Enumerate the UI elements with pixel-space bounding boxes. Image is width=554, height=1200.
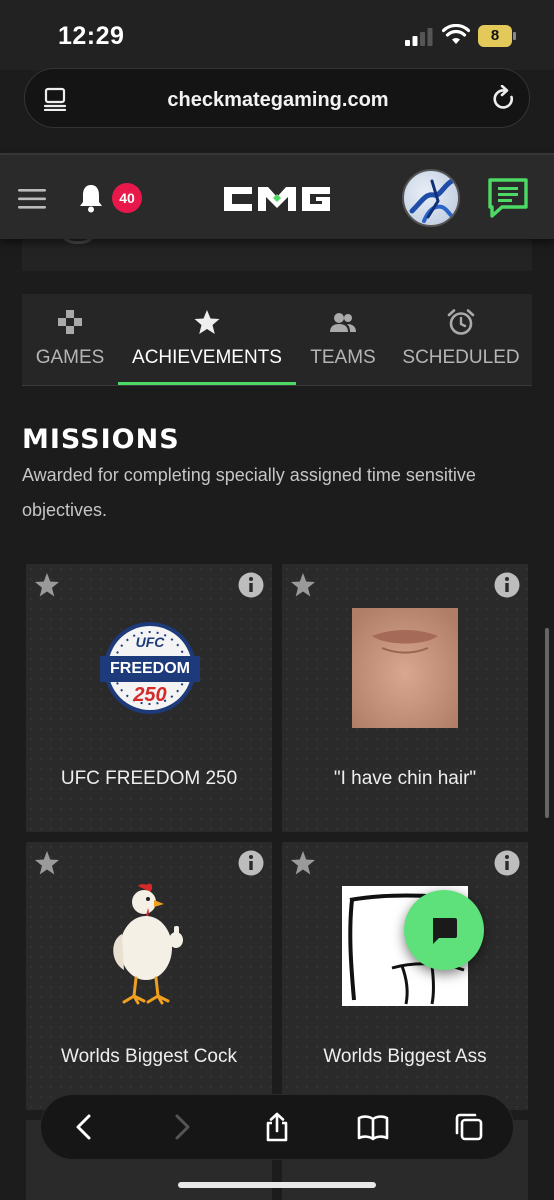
home-indicator[interactable] — [178, 1182, 376, 1188]
badge-number-text: 250 — [133, 684, 167, 706]
star-icon[interactable] — [34, 572, 60, 598]
tab-scheduled[interactable]: SCHEDULED — [390, 294, 532, 386]
battery-level: 8 — [490, 27, 500, 44]
profile-tabs: GAMES ACHIEVEMENTS TEAMS SCHEDULED — [22, 294, 532, 386]
rooster-illustration — [113, 883, 183, 1005]
floating-chat-button[interactable] — [404, 890, 484, 970]
tab-teams[interactable]: TEAMS — [296, 294, 390, 386]
share-icon[interactable] — [261, 1111, 293, 1143]
section-description: Awarded for completing specially assigne… — [22, 465, 476, 520]
mission-card[interactable]: "I have chin hair" — [282, 564, 528, 832]
profile-card — [22, 239, 532, 271]
info-icon[interactable] — [494, 572, 520, 598]
forward-icon[interactable] — [165, 1111, 197, 1143]
section-title: MISSIONS — [22, 424, 180, 455]
badge-brand-text: UFC — [135, 634, 165, 650]
tab-achievements[interactable]: ACHIEVEMENTS — [118, 294, 296, 386]
tab-label: GAMES — [35, 347, 105, 368]
chat-icon[interactable] — [486, 177, 530, 219]
address-bar[interactable]: checkmategaming.com — [24, 68, 530, 128]
alarm-icon — [447, 309, 475, 335]
mission-name: Worlds Biggest Cock — [61, 1046, 237, 1067]
gamepad-icon — [58, 310, 82, 334]
tab-label: TEAMS — [310, 347, 376, 368]
reload-icon[interactable] — [491, 85, 517, 113]
info-icon[interactable] — [494, 850, 520, 876]
clock: 12:29 — [58, 22, 125, 50]
ufc-freedom-badge: UFC FREEDOM 250 — [100, 618, 200, 718]
tab-games[interactable]: GAMES — [22, 294, 118, 386]
battery-indicator: 8 — [478, 25, 516, 47]
site-header: 40 — [0, 155, 554, 239]
url-text[interactable]: checkmategaming.com — [25, 89, 531, 112]
people-icon — [330, 313, 356, 332]
bookmarks-icon[interactable] — [357, 1111, 389, 1143]
status-bar: 12:29 8 — [0, 0, 554, 70]
cmg-logo[interactable] — [222, 185, 332, 213]
cellular-signal-icon — [405, 28, 433, 46]
mission-name: "I have chin hair" — [333, 768, 477, 789]
scrollbar[interactable] — [545, 628, 549, 818]
tab-label: ACHIEVEMENTS — [132, 347, 282, 368]
chin-photo — [352, 608, 458, 728]
mission-name: UFC FREEDOM 250 — [60, 768, 238, 789]
tabs-icon[interactable] — [453, 1111, 485, 1143]
user-avatar[interactable] — [402, 169, 460, 227]
info-icon[interactable] — [238, 850, 264, 876]
star-icon[interactable] — [290, 850, 316, 876]
mission-name: Worlds Biggest Ass — [323, 1046, 487, 1067]
browser-toolbar — [40, 1094, 514, 1160]
mission-card[interactable]: Worlds Biggest Cock — [26, 842, 272, 1110]
back-icon[interactable] — [69, 1111, 101, 1143]
star-icon[interactable] — [34, 850, 60, 876]
hamburger-menu-icon[interactable] — [18, 188, 46, 210]
mission-card[interactable]: UFC FREEDOM 250 UFC FREEDOM 250 — [26, 564, 272, 832]
tab-label: SCHEDULED — [402, 347, 520, 368]
notification-count-badge[interactable]: 40 — [112, 183, 142, 213]
active-tab-indicator — [118, 382, 296, 385]
wifi-icon — [442, 24, 470, 44]
bell-icon[interactable] — [78, 183, 104, 213]
avatar-image — [409, 178, 458, 223]
chat-bubble-icon — [433, 918, 457, 944]
mission-card[interactable]: Worlds Biggest Ass — [282, 842, 528, 1110]
info-icon[interactable] — [238, 572, 264, 598]
star-icon[interactable] — [290, 572, 316, 598]
star-icon — [194, 310, 220, 334]
badge-title-text: FREEDOM — [110, 660, 190, 677]
